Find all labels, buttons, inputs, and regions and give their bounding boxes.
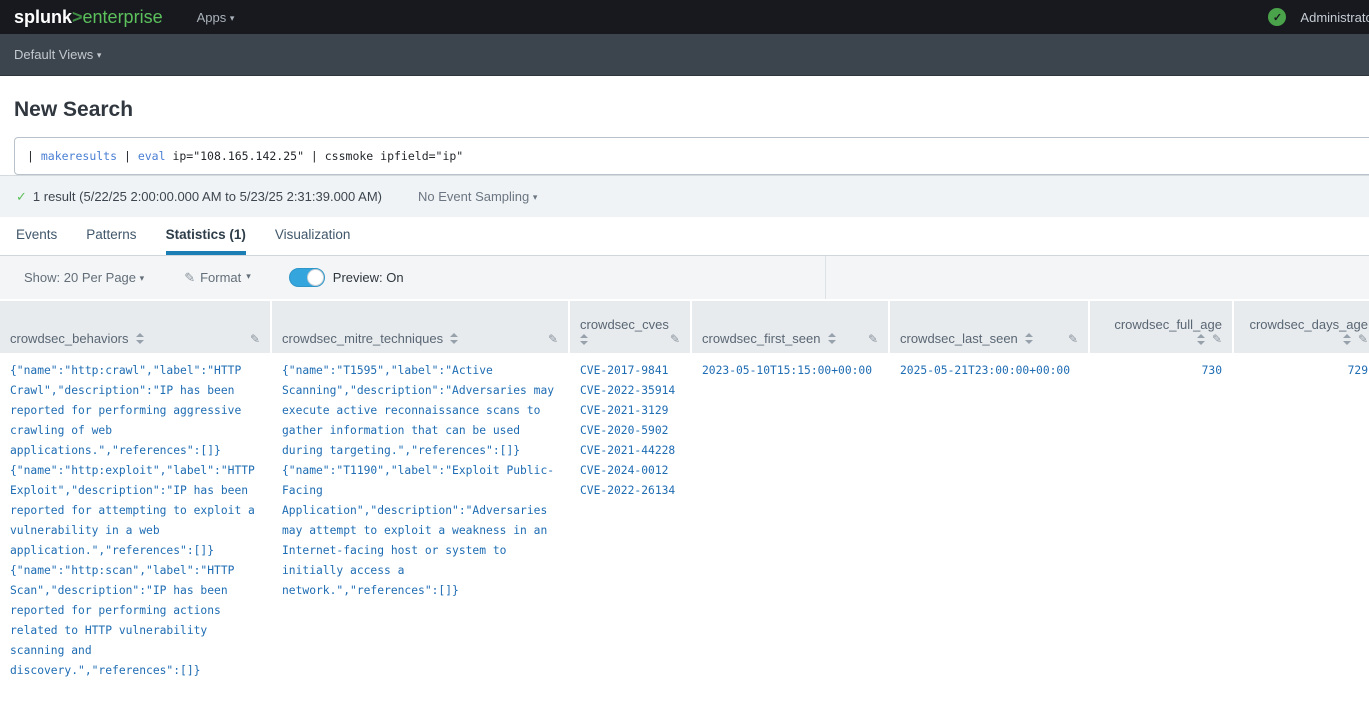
query-command-makeresults: makeresults (41, 149, 117, 163)
tab-patterns[interactable]: Patterns (86, 227, 136, 255)
column-header-crowdsec-full-age[interactable]: crowdsec_full_age ✎ (1090, 301, 1232, 353)
page-title: New Search (14, 98, 1355, 122)
results-controls-bar: Show: 20 Per Page ▾ ✎ Format ▾ Preview: … (0, 256, 1369, 299)
edit-column-pencil-icon[interactable]: ✎ (250, 332, 260, 346)
cell-crowdsec-mitre-techniques[interactable]: {"name":"T1595","label":"Active Scanning… (272, 353, 568, 689)
statistics-table: crowdsec_behaviors ✎ crowdsec_mitre_tech… (0, 301, 1369, 689)
toggle-knob (307, 269, 324, 286)
multivalue-item: CVE-2024-0012 (580, 461, 680, 481)
edit-column-pencil-icon[interactable]: ✎ (1358, 332, 1368, 346)
chevron-down-icon: ▾ (230, 13, 235, 23)
pencil-icon: ✎ (184, 270, 195, 286)
sort-icon[interactable] (1197, 334, 1205, 345)
preview-state-label: Preview: On (333, 270, 404, 285)
column-label: crowdsec_last_seen (900, 331, 1018, 346)
per-page-menu[interactable]: Show: 20 Per Page ▾ (24, 270, 144, 285)
cell-crowdsec-last-seen[interactable]: 2025-05-21T23:00:00+00:00 (890, 353, 1088, 689)
splunk-enterprise-logo[interactable]: splunk>enterprise (14, 7, 163, 28)
query-args: ip="108.165.142.25" | cssmoke ipfield="i… (166, 149, 464, 163)
per-page-label: Show: 20 Per Page (24, 270, 136, 285)
result-info-bar: ✓ 1 result (5/22/25 2:00:00.000 AM to 5/… (0, 175, 1369, 217)
multivalue-item: {"name":"T1595","label":"Active Scanning… (282, 361, 558, 461)
query-pipe: | (117, 149, 138, 163)
multivalue-item: CVE-2021-3129 (580, 401, 680, 421)
column-label: crowdsec_full_age (1114, 317, 1222, 332)
sort-icon[interactable] (136, 333, 144, 344)
edit-column-pencil-icon[interactable]: ✎ (868, 332, 878, 346)
multivalue-item: {"name":"http:scan","label":"HTTP Scan",… (10, 561, 260, 681)
search-query-text[interactable]: | makeresults | eval ip="108.165.142.25"… (27, 149, 463, 163)
column-header-crowdsec-last-seen[interactable]: crowdsec_last_seen ✎ (890, 301, 1088, 353)
multivalue-item: CVE-2020-5902 (580, 421, 680, 441)
edit-column-pencil-icon[interactable]: ✎ (1068, 332, 1078, 346)
chevron-down-icon: ▾ (97, 50, 102, 60)
result-summary-text: 1 result (5/22/25 2:00:00.000 AM to 5/23… (33, 189, 382, 204)
cell-crowdsec-cves[interactable]: CVE-2017-9841CVE-2022-35914CVE-2021-3129… (570, 353, 690, 689)
sort-icon[interactable] (828, 333, 836, 344)
column-label: crowdsec_behaviors (10, 331, 129, 346)
default-views-label: Default Views (14, 47, 93, 62)
user-menu[interactable]: Administrator (1300, 10, 1369, 25)
column-header-crowdsec-mitre-techniques[interactable]: crowdsec_mitre_techniques ✎ (272, 301, 568, 353)
column-header-crowdsec-first-seen[interactable]: crowdsec_first_seen ✎ (692, 301, 888, 353)
controls-divider (825, 256, 826, 299)
sort-icon[interactable] (1025, 333, 1033, 344)
sort-icon[interactable] (580, 334, 588, 345)
edit-column-pencil-icon[interactable]: ✎ (1212, 332, 1222, 346)
event-sampling-menu[interactable]: No Event Sampling ▾ (418, 189, 537, 204)
edit-column-pencil-icon[interactable]: ✎ (548, 332, 558, 346)
sort-icon[interactable] (450, 333, 458, 344)
cell-crowdsec-first-seen[interactable]: 2023-05-10T15:15:00+00:00 (692, 353, 888, 689)
format-label: Format (200, 270, 241, 285)
event-sampling-label: No Event Sampling (418, 189, 529, 204)
query-pipe: | (27, 149, 41, 163)
results-tab-bar: Events Patterns Statistics (1) Visualiza… (0, 217, 1369, 256)
logo-enterprise-text: enterprise (83, 7, 163, 27)
column-header-crowdsec-days-age[interactable]: crowdsec_days_age ✎ (1234, 301, 1369, 353)
app-context-bar: Default Views ▾ (0, 34, 1369, 76)
cell-crowdsec-full-age[interactable]: 730 (1090, 353, 1232, 689)
preview-toggle[interactable] (289, 268, 325, 287)
sort-icon[interactable] (1343, 334, 1351, 345)
multivalue-item: {"name":"T1190","label":"Exploit Public-… (282, 461, 558, 601)
cell-crowdsec-behaviors[interactable]: {"name":"http:crawl","label":"HTTP Crawl… (0, 353, 270, 689)
column-label: crowdsec_mitre_techniques (282, 331, 443, 346)
tab-statistics[interactable]: Statistics (1) (166, 227, 246, 255)
column-label: crowdsec_cves (580, 317, 669, 332)
multivalue-item: CVE-2022-26134 (580, 481, 680, 501)
result-complete-check-icon: ✓ (16, 189, 27, 205)
column-label: crowdsec_days_age (1249, 317, 1368, 332)
multivalue-item: {"name":"http:exploit","label":"HTTP Exp… (10, 461, 260, 561)
logo-splunk-text: splunk (14, 7, 72, 27)
table-row: {"name":"http:crawl","label":"HTTP Crawl… (0, 353, 1369, 689)
topbar-right-group: ✓ Administrator (1268, 8, 1369, 26)
chevron-down-icon: ▾ (533, 192, 538, 202)
column-header-crowdsec-cves[interactable]: crowdsec_cves ✎ (570, 301, 690, 353)
top-navigation-bar: splunk>enterprise Apps ▾ ✓ Administrator (0, 0, 1369, 34)
search-title-section: New Search (0, 76, 1369, 137)
chevron-down-icon: ▾ (140, 273, 145, 283)
search-query-bar[interactable]: | makeresults | eval ip="108.165.142.25"… (14, 137, 1369, 175)
cell-crowdsec-days-age[interactable]: 729 (1234, 353, 1369, 689)
edit-column-pencil-icon[interactable]: ✎ (670, 332, 680, 346)
tab-events[interactable]: Events (16, 227, 57, 255)
apps-menu[interactable]: Apps ▾ (197, 10, 235, 25)
apps-menu-label: Apps (197, 10, 227, 25)
column-header-crowdsec-behaviors[interactable]: crowdsec_behaviors ✎ (0, 301, 270, 353)
table-header-row: crowdsec_behaviors ✎ crowdsec_mitre_tech… (0, 301, 1369, 353)
multivalue-item: CVE-2021-44228 (580, 441, 680, 461)
default-views-menu[interactable]: Default Views ▾ (14, 47, 101, 62)
logo-gt-icon: > (72, 7, 83, 27)
query-command-eval: eval (138, 149, 166, 163)
status-check-icon: ✓ (1268, 8, 1286, 26)
column-label: crowdsec_first_seen (702, 331, 821, 346)
multivalue-item: {"name":"http:crawl","label":"HTTP Crawl… (10, 361, 260, 461)
tab-visualization[interactable]: Visualization (275, 227, 351, 255)
chevron-down-icon: ▾ (246, 271, 251, 282)
multivalue-item: CVE-2017-9841 (580, 361, 680, 381)
multivalue-item: CVE-2022-35914 (580, 381, 680, 401)
format-menu[interactable]: ✎ Format ▾ (184, 270, 251, 286)
